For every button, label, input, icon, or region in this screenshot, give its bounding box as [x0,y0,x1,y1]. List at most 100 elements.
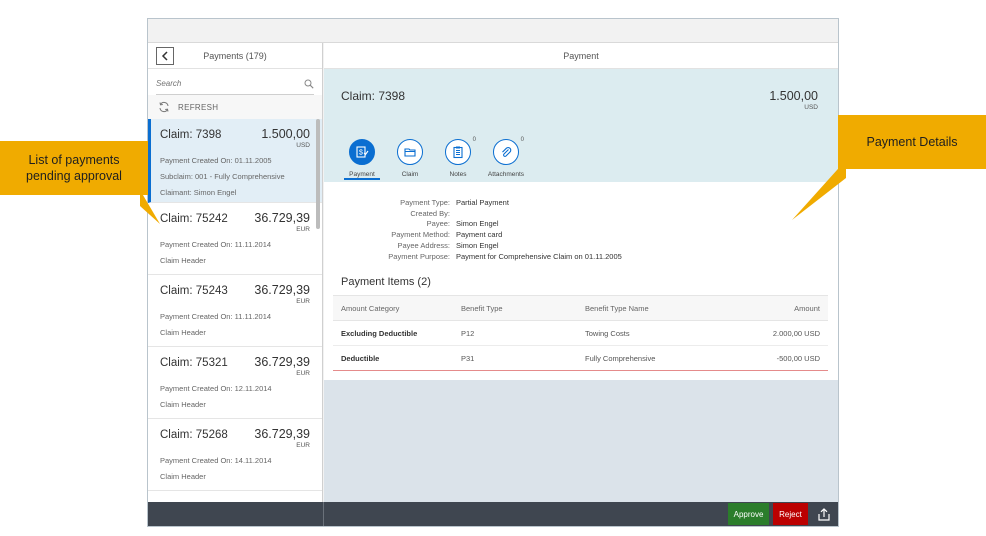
tab-attachments[interactable]: 0 Attachments [482,137,530,178]
amount-currency: EUR [296,298,310,305]
amount-currency: EUR [296,370,310,377]
list-item-title: Claim: 75242 [160,213,228,225]
list-item-amount: 36.729,39 EUR [254,283,310,305]
icon-tab-bar: $ Payment Claim 0 Notes 0 Attachments [338,137,530,180]
reject-button[interactable]: Reject [773,503,808,525]
paperclip-icon [493,139,519,165]
refresh-icon [159,101,169,113]
annotation-list-of-payments: List of payments pending approval [0,141,148,195]
tab-label: Claim [401,171,419,178]
detail-body: Payment Type: Partial Payment Created By… [324,182,838,380]
form-row-payee: Payee: Simon Engel [324,219,838,230]
list-item-attribute: Payment Created On: 11.11.2014 [160,312,272,321]
list-item-title: Claim: 75321 [160,357,228,369]
payment-items-table: Amount Category Benefit Type Benefit Typ… [333,295,828,372]
list-item-title: Claim: 75268 [160,429,228,441]
list-item-attribute: Claim Header [160,256,206,265]
object-header: Claim: 7398 1.500,00 USD $ Payment Claim… [324,69,838,182]
amount-currency: USD [804,104,818,111]
form-label: Payee Address: [397,240,450,250]
list-item-attribute: Payment Created On: 01.11.2005 [160,156,272,165]
table-header-row: Amount Category Benefit Type Benefit Typ… [333,295,828,322]
app-window: Payments (179) REFRESH Claim: 7398 1.500… [147,18,839,527]
column-header: Amount Category [333,295,453,322]
footer-divider [323,502,324,526]
search-icon[interactable] [304,79,314,89]
master-header: Payments (179) [148,43,322,69]
form-row-payment-method: Payment Method: Payment card [324,230,838,241]
form-value: Simon Engel [456,240,499,250]
column-header: Benefit Type [453,295,577,322]
form-label: Payment Method: [391,230,450,240]
amount-number: 36.729,39 [254,427,310,441]
refresh-button[interactable]: REFRESH [148,95,322,119]
list-item[interactable]: Claim: 75243 36.729,39 EUR Payment Creat… [148,275,322,347]
tab-count: 0 [520,137,524,143]
annotation-arrow-right [792,160,846,220]
payment-list: Claim: 7398 1.500,00 USD Payment Created… [148,119,322,491]
detail-pane: Payment Claim: 7398 1.500,00 USD $ Payme… [324,43,838,502]
amount-number: 36.729,39 [254,283,310,297]
refresh-label: REFRESH [178,102,219,112]
svg-text:$: $ [359,150,363,157]
list-item-title: Claim: 75243 [160,285,228,297]
back-button[interactable] [156,46,174,65]
form-label: Payment Type: [400,198,450,207]
list-item-attribute: Claim Header [160,400,206,409]
amount-currency: USD [296,142,310,149]
share-button[interactable] [812,507,836,521]
form-row-payment-type: Payment Type: Partial Payment [324,198,838,209]
payment-items-title: Payment Items (2) [341,276,431,289]
chevron-left-icon [161,50,168,61]
object-title: Claim: 7398 [341,89,406,103]
form-value: Simon Engel [456,219,499,229]
amount-number: 1.500,00 [261,127,310,141]
tab-payment[interactable]: $ Payment [338,139,386,180]
table-cell: 2.000,00 USD [707,320,828,347]
list-item[interactable]: Claim: 75242 36.729,39 EUR Payment Creat… [148,203,322,275]
tab-claim[interactable]: Claim [386,139,434,178]
list-item-title: Claim: 7398 [160,129,222,141]
list-item-attribute: Claim Header [160,472,206,481]
table-cell: P12 [453,320,577,347]
amount-number: 36.729,39 [254,211,310,225]
list-item-attribute: Payment Created On: 11.11.2014 [160,240,272,249]
list-item-attribute: Payment Created On: 14.11.2014 [160,456,272,465]
amount-currency: EUR [296,226,310,233]
form-row-payee-address: Payee Address: Simon Engel [324,241,838,252]
share-icon [818,507,830,521]
tab-notes[interactable]: 0 Notes [434,137,482,178]
list-item-amount: 36.729,39 EUR [254,427,310,449]
form-label: Created By: [410,208,450,218]
form-label: Payment Purpose: [388,251,450,261]
search-input[interactable] [156,79,286,88]
list-item[interactable]: Claim: 75268 36.729,39 EUR Payment Creat… [148,419,322,491]
list-item-attribute: Claimant: Simon Engel [160,188,237,197]
list-item-attribute: Claim Header [160,328,206,337]
list-item-attribute: Payment Created On: 12.11.2014 [160,384,272,393]
column-header: Amount [707,295,828,322]
list-item[interactable]: Claim: 75321 36.729,39 EUR Payment Creat… [148,347,322,419]
table-cell: Fully Comprehensive [577,345,707,372]
table-cell: -500,00 USD [707,345,828,372]
amount-number: 36.729,39 [254,355,310,369]
notes-icon [445,139,471,165]
tab-count: 0 [472,137,476,143]
master-scrollbar[interactable] [316,119,320,229]
form-row-created-by: Created By: [324,209,838,220]
list-item-attribute: Subclaim: 001 - Fully Comprehensive [160,172,285,181]
approve-button[interactable]: Approve [728,503,769,525]
annotation-payment-details: Payment Details [838,115,986,169]
list-item-amount: 1.500,00 USD [261,127,310,149]
table-cell: P31 [453,345,577,372]
list-item-amount: 36.729,39 EUR [254,355,310,377]
column-header: Benefit Type Name [577,295,707,322]
table-row[interactable]: Deductible P31 Fully Comprehensive -500,… [333,345,828,372]
table-row[interactable]: Excluding Deductible P12 Towing Costs 2.… [333,320,828,347]
list-item-selected[interactable]: Claim: 7398 1.500,00 USD Payment Created… [148,119,322,203]
app-top-bar [148,19,838,43]
payment-icon: $ [349,139,375,165]
form-value: Payment for Comprehensive Claim on 01.11… [456,251,622,261]
list-item-amount: 36.729,39 EUR [254,211,310,233]
detail-header: Payment [324,43,838,69]
